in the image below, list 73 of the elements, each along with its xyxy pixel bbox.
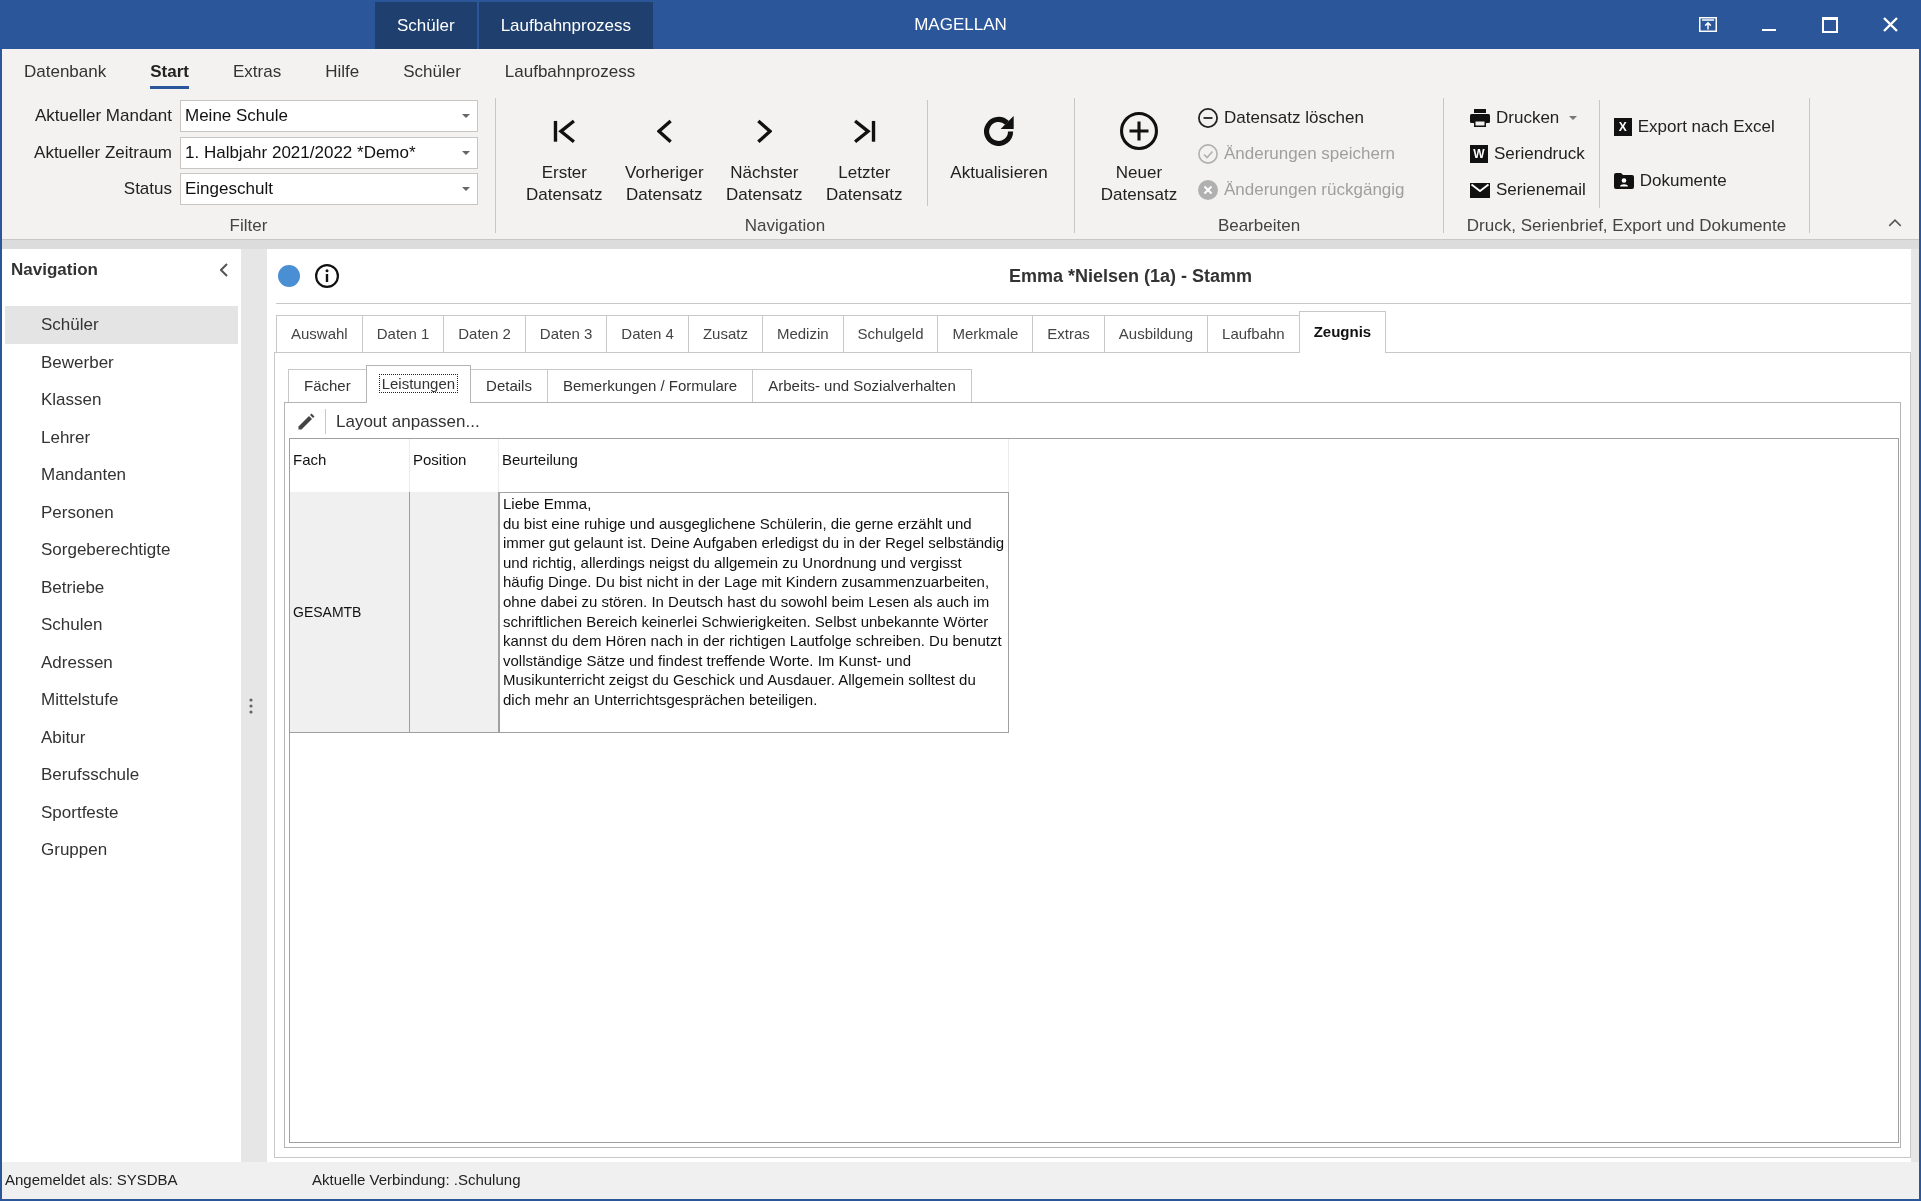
ribbon-group-label: Bearbeiten	[1217, 214, 1301, 237]
ribbon-button[interactable]: Neuer Datensatz	[1089, 100, 1189, 206]
x-circle-icon	[1198, 180, 1218, 200]
ribbon-button[interactable]: Serienemail	[1470, 175, 1586, 205]
menu-tab[interactable]: Schüler	[403, 49, 461, 89]
ribbon-group-label: Filter	[229, 214, 268, 237]
table-cell: GESAMTB	[290, 492, 410, 732]
menu-tab[interactable]: Start	[150, 49, 189, 89]
chevron-left-icon	[656, 119, 672, 143]
toolbar-button[interactable]: Layout anpassen...	[336, 408, 480, 435]
tab[interactable]: Arbeits- und Sozialverhalten	[752, 369, 972, 402]
context-tab[interactable]: Schüler	[375, 2, 477, 49]
info-icon[interactable]	[315, 264, 339, 288]
tab[interactable]: Fächer	[288, 369, 367, 402]
dropdown-field[interactable]: 1. Halbjahr 2021/2022 *Demo*	[180, 136, 478, 169]
ribbon-button[interactable]: Dokumente	[1613, 166, 1775, 196]
ribbon-button[interactable]: Vorheriger Datensatz	[614, 100, 715, 206]
ribbon-button[interactable]: Aktualisieren	[942, 100, 1056, 206]
menu-tab[interactable]: Datenbank	[24, 49, 107, 89]
pencil-icon[interactable]	[297, 412, 315, 431]
chevron-bar-left-icon	[551, 119, 577, 143]
field-label: Aktueller Zeitraum	[33, 141, 172, 164]
chevron-bar-right-icon	[851, 119, 877, 143]
ribbon-button[interactable]: Letzter Datensatz	[814, 100, 915, 206]
dropdown-field[interactable]: Meine Schule	[180, 100, 478, 132]
tab[interactable]: Auswahl	[276, 315, 363, 352]
refresh-icon	[984, 116, 1014, 146]
ribbon-button[interactable]: Datensatz löschen	[1198, 103, 1405, 133]
folder-person-icon	[1613, 173, 1634, 189]
column-header[interactable]: Beurteilung	[499, 439, 1009, 492]
window-title: MAGELLAN	[914, 13, 1007, 36]
caret-down-icon	[462, 187, 470, 191]
chevron-up-icon[interactable]	[1888, 219, 1902, 227]
box-arrow-up-icon	[1698, 17, 1717, 32]
menu-tab[interactable]: Hilfe	[325, 49, 360, 89]
plus-circle-icon	[1120, 112, 1158, 150]
letter-tile-icon: X	[1613, 118, 1632, 136]
ribbon-button[interactable]: Erster Datensatz	[514, 100, 615, 206]
dropdown-field[interactable]: Eingeschult	[180, 173, 478, 205]
ribbon-button[interactable]: W Seriendruck	[1470, 139, 1586, 169]
check-circle-icon	[1198, 144, 1218, 164]
envelope-icon	[1470, 182, 1490, 198]
field-label: Status	[122, 178, 172, 201]
status-text: Angemeldet als: SYSDBA	[5, 1170, 179, 1191]
ribbon-group-label: Navigation	[744, 214, 826, 237]
caret-down-icon	[462, 150, 470, 155]
sidebar-title: Navigation	[11, 259, 98, 282]
record-title: Emma *Nielsen (1a) - Stamm	[1008, 264, 1253, 288]
printer-icon	[1470, 109, 1490, 127]
caret-down-icon	[1569, 116, 1578, 120]
table-cell: Liebe Emma, du bist eine ruhige und ausgeglichene Schülerin, die gerne erzählt und immer gut gelaunt ist. Deine Aufgaben erledigst du in der Regel selbständig und richtig, allerdings neigst du allgemein zu Unordnung und vergisst häufig Dinge. Du bist nicht in der Lage mit Kindern zusammenzuarbeiten, ohne dabei zu stören. In Deutsch hast du sowohl beim Lesen als auch im schriftlichen Bereich keinerlei Schwierigkeiten. Selbst unbekannte Wörter kannst du dem Hören nach in der richtigen Lautfolge schreiben. Du benutzt vollständige Sätze und findest treffende Worte. Im Kunst- und Musikunterricht zeigst du Geschick und Ausdauer. Allgemein solltest du dich mehr an Unterrichtsgesprächen beteiligen.	[499, 492, 1009, 732]
ribbon-button[interactable]: Drucken	[1470, 103, 1586, 133]
status-dot-icon	[278, 265, 300, 287]
grip-dots-icon[interactable]	[249, 697, 253, 714]
minimize-icon	[1761, 28, 1776, 31]
context-tab[interactable]: Laufbahnprozess	[478, 2, 654, 49]
field-label: Aktueller Mandant	[33, 105, 172, 128]
letter-tile-icon: W	[1470, 145, 1488, 163]
maximize-icon	[1821, 16, 1838, 33]
caret-down-icon	[462, 114, 470, 118]
ribbon-button[interactable]: Nächster Datensatz	[714, 100, 815, 206]
close-icon	[1883, 17, 1898, 32]
sidebar-item[interactable]: Schüler	[5, 306, 238, 344]
ribbon-group-label: Druck, Serienbrief, Export und Dokumente	[1466, 214, 1787, 237]
tab[interactable]: Leistungen	[365, 365, 472, 403]
menu-tab[interactable]: Extras	[232, 49, 282, 89]
chevron-left-icon[interactable]	[220, 263, 228, 277]
tab[interactable]: Zeugnis	[1298, 311, 1387, 353]
chevron-right-icon	[756, 119, 772, 143]
ribbon-button[interactable]: X Export nach Excel	[1613, 112, 1775, 142]
menu-tab[interactable]: Laufbahnprozess	[504, 49, 636, 89]
status-text: Aktuelle Verbindung: .Schulung	[312, 1170, 521, 1191]
minus-circle-icon	[1198, 108, 1218, 128]
